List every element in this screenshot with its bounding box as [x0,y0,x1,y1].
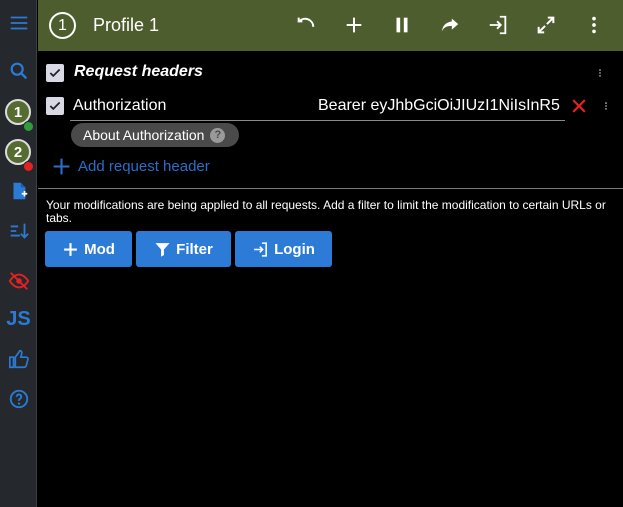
section-menu-button[interactable] [595,63,605,83]
add-request-header-label: Add request header [78,158,210,175]
expand-icon [537,16,555,34]
header-enabled-checkbox[interactable] [46,97,64,115]
undo-icon [297,17,315,27]
add-request-header-button[interactable]: Add request header [51,156,210,177]
close-icon [572,99,586,113]
hamburger-menu-icon [10,16,27,30]
plus-icon [64,242,77,256]
profile-2-number: 2 [13,143,23,161]
file-add-icon [13,182,27,200]
profile-number: 1 [58,16,67,34]
profile-1-number: 1 [13,103,23,121]
profile-number-badge[interactable]: 1 [49,12,76,39]
add-filter-button[interactable]: Filter [136,231,231,267]
check-icon [49,68,61,78]
import-button[interactable] [486,13,510,37]
search-icon [10,62,27,80]
header-name-input[interactable]: Authorization [73,97,166,115]
share-icon [441,18,459,32]
like-button[interactable] [0,341,37,377]
thumbs-up-icon [8,349,29,369]
help-icon: ? [210,127,226,143]
more-vertical-icon [599,69,601,77]
more-vertical-icon [605,102,607,110]
more-vertical-icon [592,16,596,34]
input-underline [70,120,565,121]
javascript-button[interactable]: JS [0,301,37,337]
hide-button[interactable] [0,263,37,299]
sort-button[interactable] [0,213,37,249]
pause-icon [396,17,408,33]
help-button[interactable] [0,381,37,417]
add-button[interactable] [342,13,366,37]
js-icon: JS [6,307,31,330]
undo-button[interactable] [294,13,318,37]
mod-label: Mod [84,240,115,258]
plus-icon [53,158,70,175]
request-headers-checkbox[interactable] [46,64,64,82]
modification-notice: Your modifications are being applied to … [46,198,606,225]
more-options-button[interactable] [582,13,606,37]
share-button[interactable] [438,13,462,37]
login-icon [254,241,268,257]
sort-icon [10,223,29,239]
divider [38,188,623,189]
help-circle-icon [9,389,28,409]
check-icon [49,101,61,111]
login-button[interactable]: Login [235,231,332,267]
eye-off-icon [8,272,29,290]
delete-header-button[interactable] [569,96,589,116]
header-value-input[interactable]: Bearer eyJhbGciOiJIUzI1NiIsInR5 [318,97,563,115]
expand-button[interactable] [534,13,558,37]
profile-1-status-dot [23,121,34,132]
sidebar: 1 2 JS [0,0,37,507]
about-authorization-chip[interactable]: About Authorization ? [71,123,239,147]
pause-button[interactable] [390,13,414,37]
add-mod-button[interactable]: Mod [45,231,132,267]
profile-header: 1 Profile 1 [38,0,623,51]
search-button[interactable] [0,53,37,89]
section-title: Request headers [74,63,203,80]
header-menu-button[interactable] [601,96,611,116]
menu-button[interactable] [0,5,37,41]
filter-icon [155,242,170,257]
login-label: Login [274,240,315,258]
page-title[interactable]: Profile 1 [93,15,159,36]
login-icon [489,15,507,35]
plus-icon [346,17,362,33]
filter-label: Filter [176,240,213,258]
profile-2-status-dot [23,161,34,172]
chip-label: About Authorization [83,127,205,143]
add-profile-button[interactable] [0,173,37,209]
